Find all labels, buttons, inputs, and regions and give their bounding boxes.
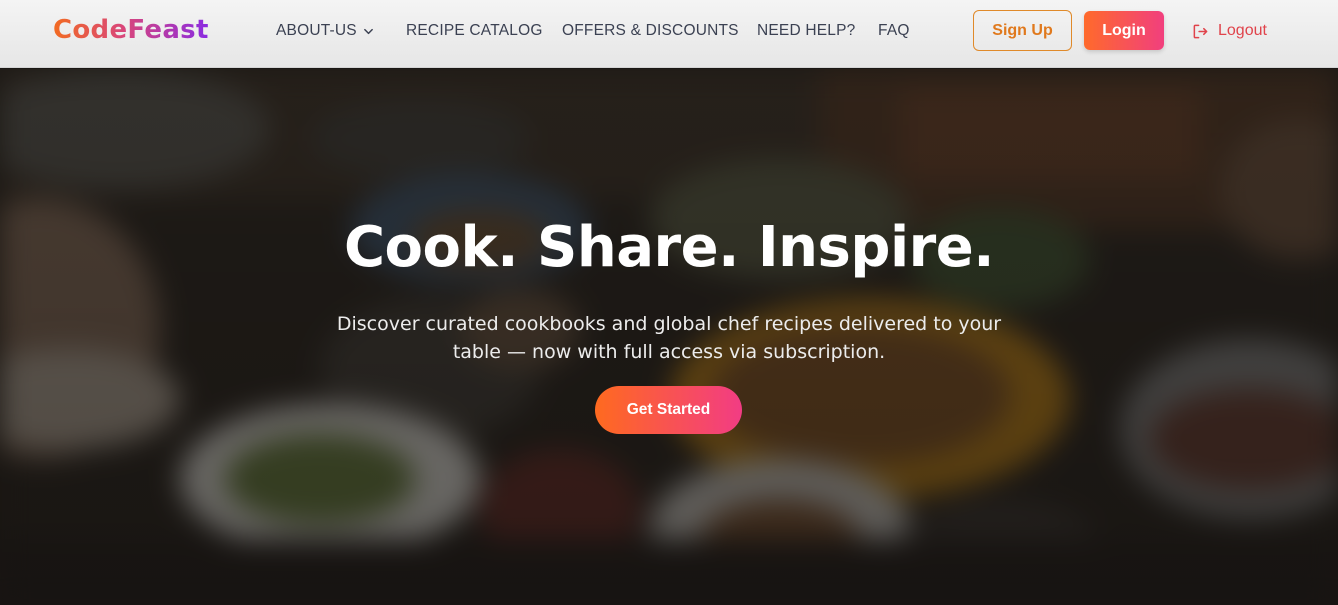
nav-about-us-label: ABOUT-US bbox=[276, 22, 357, 39]
login-button[interactable]: Login bbox=[1084, 11, 1164, 50]
site-header: CodeFeast ABOUT-US RECIPE CATALOG OFFERS… bbox=[0, 0, 1338, 68]
nav-faq[interactable]: FAQ bbox=[878, 21, 910, 41]
chevron-down-icon bbox=[363, 28, 373, 34]
brand-logo[interactable]: CodeFeast bbox=[53, 15, 209, 45]
logout-label: Logout bbox=[1218, 22, 1267, 39]
sign-up-button[interactable]: Sign Up bbox=[973, 10, 1072, 51]
logout-icon bbox=[1193, 24, 1208, 38]
logout-button[interactable]: Logout bbox=[1192, 20, 1267, 42]
nav-need-help[interactable]: NEED HELP? bbox=[757, 21, 855, 41]
hero-title: Cook. Share. Inspire. bbox=[343, 215, 995, 280]
hero-content: Cook. Share. Inspire. Discover curated c… bbox=[0, 69, 1338, 605]
hero-section: Cook. Share. Inspire. Discover curated c… bbox=[0, 69, 1338, 605]
nav-recipe-catalog[interactable]: RECIPE CATALOG bbox=[406, 21, 543, 41]
nav-about-us[interactable]: ABOUT-US bbox=[276, 21, 374, 41]
nav-offers-discounts[interactable]: OFFERS & DISCOUNTS bbox=[562, 21, 739, 41]
get-started-button[interactable]: Get Started bbox=[595, 386, 742, 434]
hero-subtitle: Discover curated cookbooks and global ch… bbox=[336, 313, 1002, 363]
